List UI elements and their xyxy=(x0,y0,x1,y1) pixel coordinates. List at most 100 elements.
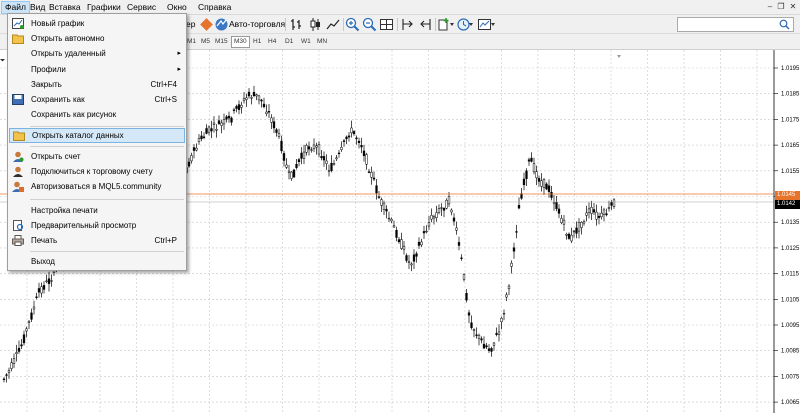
menu-item-new-chart[interactable]: Новый график xyxy=(9,16,185,31)
candlestick xyxy=(10,358,13,372)
candlestick xyxy=(412,249,416,270)
candlestick xyxy=(320,149,323,161)
timeframe-m30[interactable]: M30 xyxy=(231,36,250,48)
menu-item-save-as[interactable]: Сохранить как Ctrl+S xyxy=(9,92,185,107)
timeframe-mn[interactable]: MN xyxy=(315,36,329,48)
timeframe-m15[interactable]: M15 xyxy=(213,36,230,48)
bid-price-tag: 1.0142 xyxy=(775,200,800,209)
restore-icon[interactable]: ❐ xyxy=(776,2,786,12)
candlestick xyxy=(315,142,318,155)
menu-item-open-offline[interactable]: Открыть автономно xyxy=(9,31,185,46)
candlestick xyxy=(405,253,408,263)
candlestick xyxy=(207,125,211,136)
candlestick xyxy=(602,207,606,222)
zoom-out-icon[interactable] xyxy=(362,17,377,32)
candlestick xyxy=(195,143,198,152)
toolbar-partial-button[interactable]: ер xyxy=(186,17,195,32)
candlestick xyxy=(357,137,361,149)
candlestick xyxy=(310,147,313,153)
candlestick xyxy=(7,367,11,379)
chart-shift-icon[interactable] xyxy=(400,17,415,32)
menu-item-mql5-login[interactable]: Авторизоваться в MQL5.community xyxy=(9,179,185,194)
candlestick xyxy=(532,157,536,175)
dropdown-arrow-icon[interactable] xyxy=(490,17,496,32)
candlestick xyxy=(607,200,611,212)
candlestick-icon[interactable] xyxy=(308,17,323,32)
candlestick xyxy=(417,237,421,249)
chart-shift-marker-icon[interactable] xyxy=(617,55,621,58)
menu-item-print-preview[interactable]: Предварительный просмотр xyxy=(9,218,185,233)
candlestick xyxy=(352,130,356,136)
candlestick xyxy=(15,344,18,362)
zoom-in-icon[interactable] xyxy=(345,17,360,32)
dropdown-arrow-icon[interactable] xyxy=(449,17,455,32)
search-icon[interactable] xyxy=(779,19,790,30)
timeframe-w1[interactable]: W1 xyxy=(299,36,313,48)
tile-windows-icon[interactable] xyxy=(379,17,394,32)
scale-fix-marker-icon[interactable] xyxy=(0,59,5,62)
candlestick xyxy=(395,226,398,242)
candlestick xyxy=(230,116,233,126)
menu-item-print-setup[interactable]: Настройка печати xyxy=(9,203,185,218)
menu-item-open-data-folder[interactable]: Открыть каталог данных xyxy=(9,128,185,143)
candlestick xyxy=(587,202,591,219)
candlestick xyxy=(497,324,501,342)
menu-item-connect-account[interactable]: Подключиться к торговому счету xyxy=(9,164,185,179)
bar-chart-icon[interactable] xyxy=(289,17,304,32)
candlestick xyxy=(550,186,553,201)
timeframe-h4[interactable]: H4 xyxy=(266,36,278,48)
menu-help[interactable]: Справка xyxy=(195,1,234,14)
autoscroll-icon[interactable] xyxy=(418,17,433,32)
candlestick xyxy=(380,197,383,213)
menu-item-profiles[interactable]: Профили ▸ xyxy=(9,62,185,77)
candlestick xyxy=(215,124,218,138)
dropdown-arrow-icon[interactable] xyxy=(468,17,474,32)
candlestick xyxy=(257,94,261,105)
price-axis-label: 1.0125 xyxy=(781,246,800,252)
price-axis-label: 1.0095 xyxy=(781,323,800,329)
candlestick xyxy=(435,205,438,222)
menu-item-print[interactable]: Печать Ctrl+P xyxy=(9,233,185,248)
minimize-icon[interactable]: – xyxy=(765,2,775,12)
candlestick xyxy=(500,316,503,330)
line-chart-icon[interactable] xyxy=(326,17,341,32)
autotrading-icon[interactable] xyxy=(214,17,229,32)
candlestick xyxy=(560,214,563,225)
candlestick xyxy=(410,262,413,272)
candlestick xyxy=(580,221,583,235)
candlestick xyxy=(582,219,586,226)
candlestick xyxy=(592,203,596,215)
menu-item-exit[interactable]: Выход xyxy=(9,254,185,269)
candlestick xyxy=(452,213,456,226)
candlestick xyxy=(290,170,293,181)
candlestick xyxy=(322,151,326,167)
search-input[interactable] xyxy=(677,17,794,32)
candlestick xyxy=(47,271,51,292)
menu-item-open-account[interactable]: Открыть счет xyxy=(9,149,185,164)
candlestick xyxy=(432,214,436,225)
candlestick xyxy=(502,309,506,321)
candlestick xyxy=(342,139,346,147)
candlestick xyxy=(397,237,401,244)
close-icon[interactable]: ✕ xyxy=(788,2,798,12)
candlestick xyxy=(455,221,458,235)
candlestick xyxy=(265,104,268,117)
timeframe-h1[interactable]: H1 xyxy=(251,36,263,48)
candlestick xyxy=(457,236,461,251)
timeframe-d1[interactable]: D1 xyxy=(283,36,295,48)
print-icon xyxy=(12,235,24,246)
file-menu-dropdown: Новый график Открыть автономно Открыть у… xyxy=(7,13,187,271)
candlestick xyxy=(50,274,53,287)
candlestick xyxy=(347,132,351,142)
menu-item-close[interactable]: Закрыть Ctrl+F4 xyxy=(9,77,185,92)
candlestick xyxy=(392,220,396,229)
candlestick xyxy=(330,155,333,173)
candlestick xyxy=(2,377,6,383)
autotrading-button[interactable]: Авто-торговля xyxy=(229,17,285,32)
strategy-tester-icon[interactable] xyxy=(199,17,214,32)
candlestick xyxy=(27,319,31,330)
menu-item-save-as-picture[interactable]: Сохранить как рисунок xyxy=(9,107,185,122)
candlestick xyxy=(325,154,328,170)
timeframe-m5[interactable]: M5 xyxy=(199,36,212,48)
menu-item-open-remote[interactable]: Открыть удаленный ▸ xyxy=(9,46,185,61)
